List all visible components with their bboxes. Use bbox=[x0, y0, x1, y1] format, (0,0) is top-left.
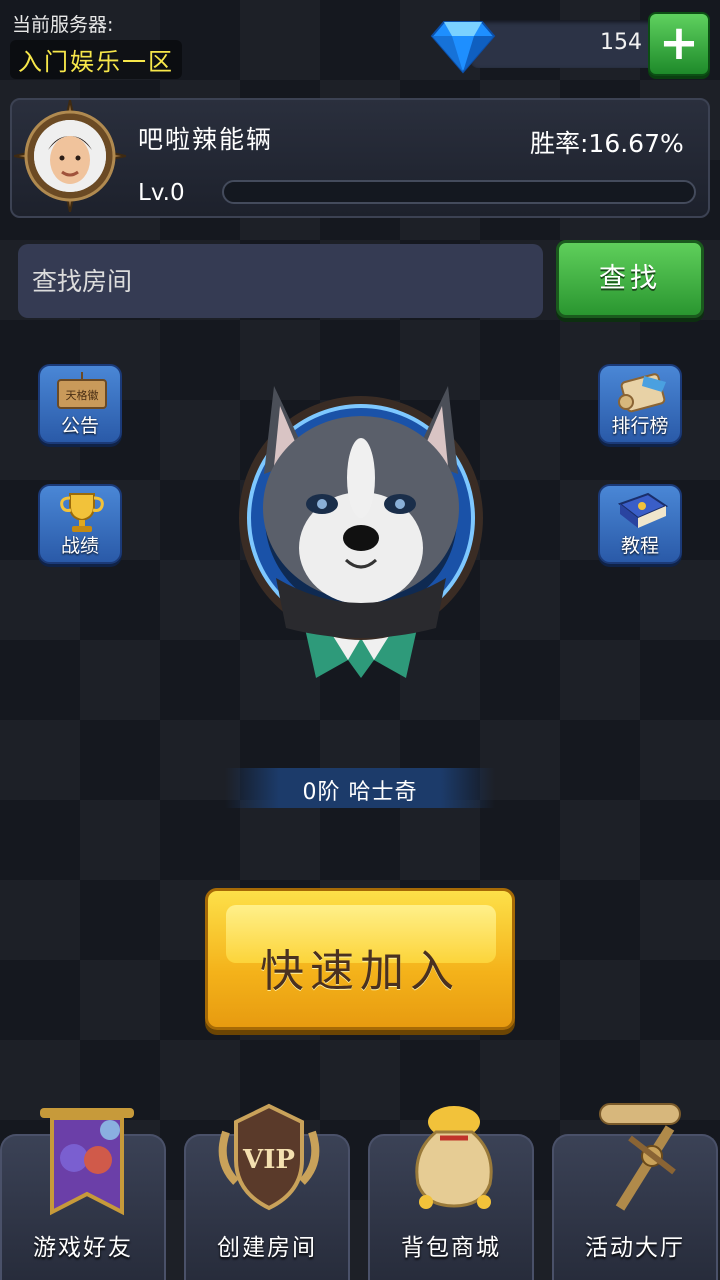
nav-game-friends[interactable]: 游戏好友 bbox=[0, 1108, 166, 1280]
plus-icon: + bbox=[658, 15, 700, 71]
leaderboard-label: 排行榜 bbox=[611, 415, 669, 437]
search-button[interactable]: 查找 bbox=[556, 240, 704, 318]
announcement-label: 公告 bbox=[60, 415, 99, 437]
tutorial-label: 教程 bbox=[620, 535, 659, 557]
player-level: Lv.0 bbox=[138, 180, 185, 206]
husky-rank-badge-icon bbox=[239, 386, 483, 678]
quick-join-label: 快速加入 bbox=[260, 946, 460, 997]
quick-join-button[interactable]: 快速加入 bbox=[205, 888, 515, 1030]
rank-text: 0阶 哈士奇 bbox=[302, 780, 418, 805]
nav-create-room[interactable]: VIP 创建房间 bbox=[184, 1103, 350, 1280]
player-face-icon bbox=[34, 120, 106, 192]
book-icon bbox=[617, 492, 669, 528]
friends-banner-icon bbox=[40, 1108, 134, 1216]
money-bag-icon bbox=[415, 1106, 493, 1209]
vip-shield-icon: VIP bbox=[218, 1103, 320, 1211]
server-label: 当前服务器: bbox=[12, 14, 114, 36]
gem-count: 154 bbox=[600, 30, 642, 55]
nav-label-create-room: 创建房间 bbox=[217, 1235, 317, 1261]
xp-progress-bar bbox=[222, 180, 696, 204]
scroll-sword-icon bbox=[599, 1103, 681, 1211]
announcement-button[interactable]: 天格徽 公告 bbox=[38, 364, 122, 444]
nav-label-shop: 背包商城 bbox=[401, 1235, 501, 1261]
nav-label-friends: 游戏好友 bbox=[33, 1235, 133, 1261]
sign-text: 天格徽 bbox=[66, 388, 99, 402]
wooden-sign-icon: 天格徽 bbox=[57, 372, 107, 409]
add-gems-button[interactable]: + bbox=[648, 12, 710, 76]
nav-backpack-shop[interactable]: 背包商城 bbox=[368, 1106, 534, 1280]
server-name[interactable]: 入门娱乐一区 bbox=[10, 40, 182, 79]
nav-activity-hall[interactable]: 活动大厅 bbox=[552, 1103, 718, 1280]
svg-text:VIP: VIP bbox=[242, 1145, 295, 1175]
leaderboard-button[interactable]: 排行榜 bbox=[598, 364, 682, 444]
gem-counter: 154 bbox=[470, 20, 660, 68]
record-button[interactable]: 战绩 bbox=[38, 484, 122, 564]
search-room-input[interactable] bbox=[18, 244, 543, 318]
win-rate: 胜率:16.67% bbox=[530, 129, 684, 158]
scroll-icon bbox=[618, 373, 666, 413]
diamond-icon bbox=[430, 21, 496, 74]
avatar[interactable] bbox=[34, 120, 106, 192]
tutorial-button[interactable]: 教程 bbox=[598, 484, 682, 564]
nav-label-activity: 活动大厅 bbox=[585, 1235, 685, 1261]
player-name: 吧啦辣能辆 bbox=[138, 125, 274, 154]
trophy-icon bbox=[60, 493, 104, 532]
rank-banner: 0阶 哈士奇 bbox=[225, 768, 495, 808]
record-label: 战绩 bbox=[60, 535, 99, 557]
